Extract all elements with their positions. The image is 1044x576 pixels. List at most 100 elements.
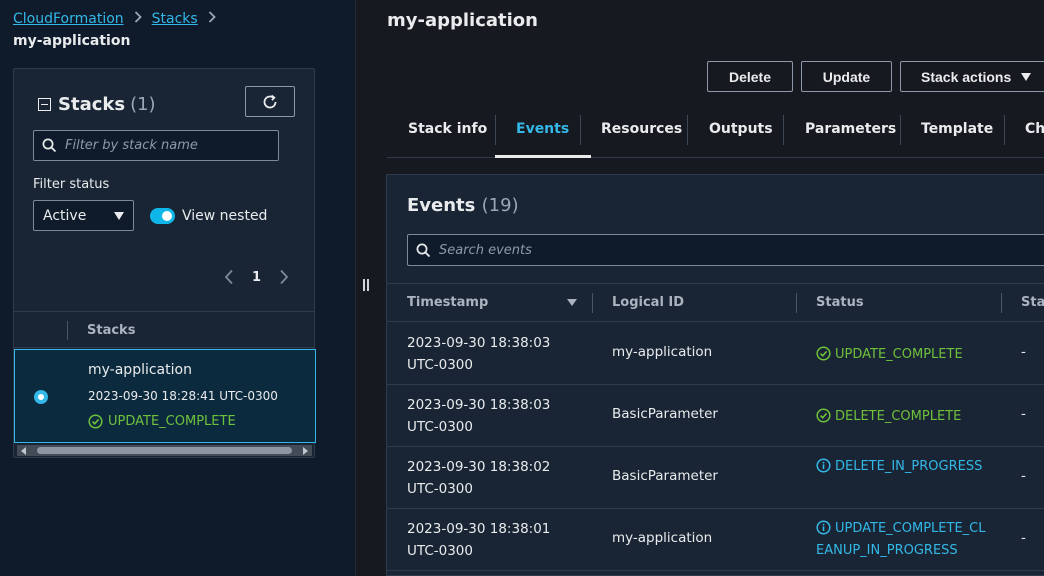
page-number[interactable]: 1 (252, 270, 261, 285)
event-logical-id: my-application (612, 530, 713, 546)
event-timestamp: 2023-09-30 18:38:03 UTC-0300 (407, 397, 551, 435)
events-count: (19) (481, 195, 519, 216)
table-row: 2023-09-30 18:38:02 UTC-0300 BasicParame… (387, 447, 1044, 509)
stacks-navigation-pane: CloudFormation Stacks my-application Sta… (0, 0, 355, 576)
caret-down-icon (1021, 72, 1032, 81)
caret-down-icon (114, 211, 124, 220)
stack-status: UPDATE_COMPLETE (88, 414, 236, 429)
sort-descending-icon[interactable] (567, 299, 577, 306)
stacks-column-header: Stacks (87, 323, 136, 338)
pane-splitter[interactable] (355, 0, 373, 576)
event-timestamp: 2023-09-30 18:38:02 UTC-0300 (407, 459, 551, 497)
chevron-left-icon[interactable] (224, 269, 234, 285)
events-search-input[interactable] (439, 242, 939, 258)
info-icon (816, 520, 831, 535)
chevron-right-icon (134, 11, 142, 27)
stack-date: 2023-09-30 18:28:41 UTC-0300 (88, 389, 278, 403)
stack-detail-pane: my-application Delete Update Stack actio… (373, 0, 1044, 576)
scroll-left-arrow-icon[interactable] (21, 447, 26, 455)
stack-tabs: Stack info Events Resources Outputs Para… (387, 101, 1044, 158)
search-icon (416, 243, 431, 257)
tab-resources[interactable]: Resources (601, 101, 682, 157)
events-table-header: Timestamp Logical ID Status Sta (387, 283, 1044, 322)
timestamp-column-header[interactable]: Timestamp (407, 295, 488, 310)
success-check-icon (816, 408, 831, 423)
page-title: my-application (387, 10, 538, 31)
scrollbar-thumb[interactable] (37, 447, 292, 454)
breadcrumb-stacks-link[interactable]: Stacks (152, 11, 198, 27)
tab-divider (1004, 115, 1005, 145)
event-logical-id: BasicParameter (612, 406, 718, 422)
events-title-text: Events (407, 195, 476, 216)
column-divider[interactable] (592, 293, 593, 313)
event-status-reason: - (1021, 406, 1026, 422)
event-status: UPDATE_COMPLETE (816, 344, 986, 366)
events-search-field[interactable] (407, 234, 1044, 266)
stacks-panel: Stacks (1) Filter status Active View nes… (13, 68, 316, 458)
success-check-icon (88, 414, 103, 429)
event-status: DELETE_COMPLETE (816, 406, 986, 428)
stacks-table-header: Stacks (14, 311, 314, 348)
delete-button[interactable]: Delete (707, 61, 793, 92)
tab-parameters[interactable]: Parameters (805, 101, 896, 157)
column-divider (67, 321, 68, 340)
filter-status-value: Active (43, 207, 87, 224)
stacks-title-text: Stacks (58, 94, 126, 115)
stack-name[interactable]: my-application (88, 362, 192, 378)
event-status: DELETE_IN_PROGRESS (816, 456, 986, 478)
event-status-reason: - (1021, 344, 1026, 360)
stack-actions-button[interactable]: Stack actions (900, 61, 1044, 92)
tab-template[interactable]: Template (921, 101, 993, 157)
event-timestamp: 2023-09-30 18:38:03 UTC-0300 (407, 335, 551, 373)
column-divider[interactable] (1001, 293, 1002, 313)
event-logical-id: my-application (612, 344, 713, 360)
stack-status-text: UPDATE_COMPLETE (108, 414, 236, 429)
stack-select-radio[interactable] (34, 390, 48, 404)
breadcrumb-cloudformation-link[interactable]: CloudFormation (13, 11, 124, 27)
tab-change-sets[interactable]: Cha (1025, 101, 1044, 157)
scroll-right-arrow-icon[interactable] (303, 447, 308, 455)
collapse-icon[interactable] (38, 98, 51, 111)
refresh-icon (263, 94, 277, 108)
stack-filter-field[interactable] (33, 130, 279, 161)
stack-filter-input[interactable] (65, 138, 265, 153)
tab-divider (687, 115, 688, 145)
event-logical-id: BasicParameter (612, 468, 718, 484)
stack-actions-label: Stack actions (921, 68, 1012, 85)
status-reason-column-header[interactable]: Sta (1021, 295, 1044, 310)
events-title: Events (19) (407, 195, 519, 216)
logical-id-column-header[interactable]: Logical ID (612, 295, 684, 310)
tab-divider (783, 115, 784, 145)
stacks-panel-title: Stacks (1) (38, 94, 156, 115)
horizontal-scrollbar[interactable] (17, 445, 312, 456)
refresh-button[interactable] (245, 86, 295, 117)
view-nested-label: View nested (182, 208, 268, 224)
chevron-right-icon[interactable] (279, 269, 289, 285)
table-row: 2023-09-30 18:38:01 UTC-0300 my-applicat… (387, 509, 1044, 571)
stacks-count: (1) (130, 94, 156, 115)
tab-outputs[interactable]: Outputs (709, 101, 773, 157)
tab-events[interactable]: Events (495, 101, 592, 158)
event-status: UPDATE_COMPLETE_CLEANUP_IN_PROGRESS (816, 520, 986, 558)
column-divider[interactable] (796, 293, 797, 313)
tab-divider (580, 115, 581, 145)
breadcrumb-current: my-application (13, 33, 131, 49)
tab-stack-info[interactable]: Stack info (408, 101, 487, 157)
drag-handle-icon[interactable] (363, 279, 369, 291)
update-button[interactable]: Update (801, 61, 892, 92)
chevron-right-icon (208, 11, 216, 27)
stack-row[interactable]: my-application 2023-09-30 18:28:41 UTC-0… (14, 349, 316, 443)
filter-status-label: Filter status (33, 177, 110, 192)
search-icon (42, 138, 57, 153)
tab-divider (900, 115, 901, 145)
event-status-reason: - (1021, 530, 1026, 546)
breadcrumb: CloudFormation Stacks (13, 11, 226, 27)
filter-status-select[interactable]: Active (33, 200, 134, 231)
pagination: 1 (224, 269, 289, 285)
view-nested-toggle[interactable] (150, 208, 175, 224)
event-timestamp: 2023-09-30 18:38:01 UTC-0300 (407, 521, 551, 559)
info-icon (816, 458, 831, 473)
events-panel: Events (19) Timestamp Logical ID Status … (386, 174, 1044, 576)
status-column-header[interactable]: Status (816, 295, 864, 310)
table-row: 2023-09-30 18:38:03 UTC-0300 BasicParame… (387, 385, 1044, 447)
